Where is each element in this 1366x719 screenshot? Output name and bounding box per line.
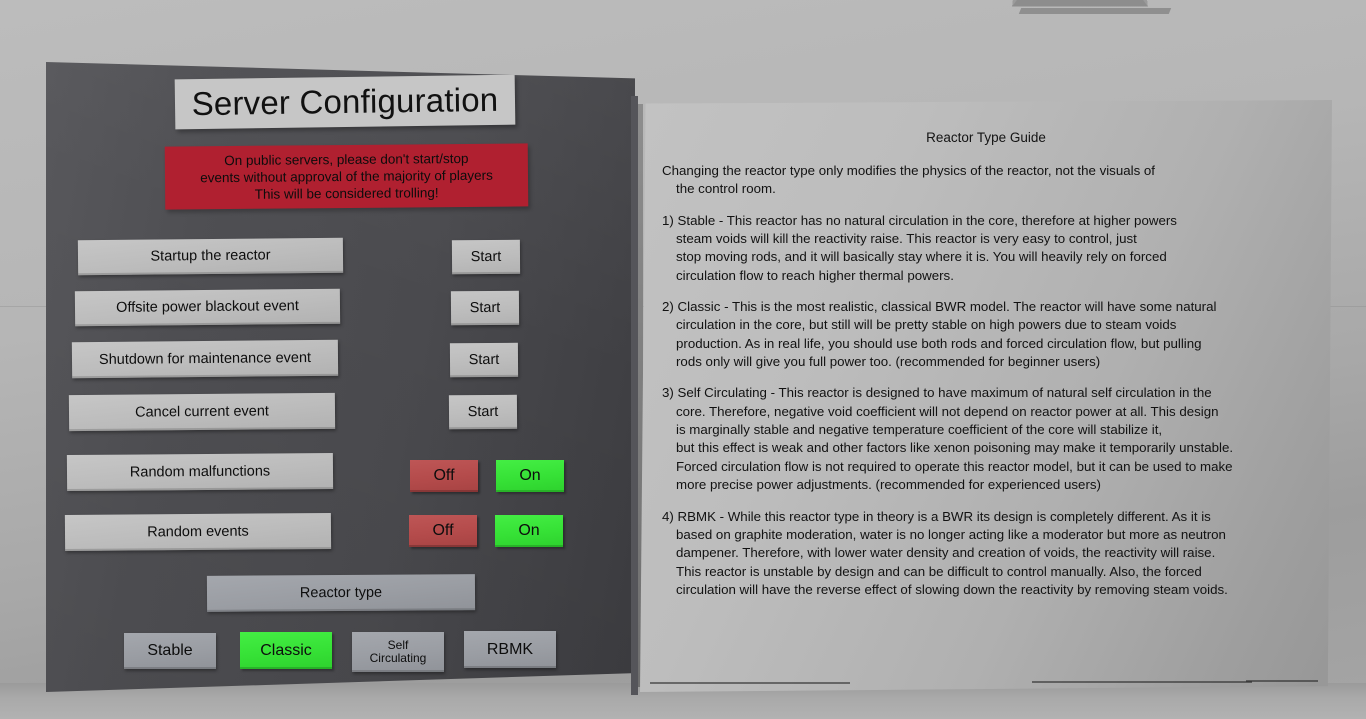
action-label-text: Shutdown for maintenance event bbox=[98, 349, 312, 368]
reactor-type-guide-panel: Reactor Type Guide Changing the reactor … bbox=[640, 100, 1332, 692]
reactor-type-classic[interactable]: Classic bbox=[240, 632, 332, 669]
guide-line: core. Therefore, negative void coefficie… bbox=[676, 403, 1219, 419]
guide-line: Forced circulation flow is not required … bbox=[676, 458, 1233, 474]
reactor-type-self-circulating[interactable]: Self Circulating bbox=[352, 632, 444, 672]
toggle-on-text: On bbox=[519, 467, 541, 485]
guide-line: but this effect is weak and other factor… bbox=[676, 440, 1234, 456]
start-button-cancel-current-event[interactable]: Start bbox=[448, 394, 518, 430]
guide-paragraph: 4) RBMK - While this reactor type in the… bbox=[662, 508, 1314, 600]
toggle-on-random-events[interactable]: On bbox=[495, 515, 563, 547]
page-title-text: Server Configuration bbox=[191, 80, 499, 123]
reactor-type-header-text: Reactor type bbox=[299, 584, 383, 602]
guide-line: the control room. bbox=[676, 181, 776, 197]
start-button-text: Start bbox=[468, 351, 500, 368]
action-label-text: Startup the reactor bbox=[150, 247, 271, 265]
guide-line: production. As in real life, you should … bbox=[676, 335, 1202, 351]
reactor-type-stable[interactable]: Stable bbox=[124, 633, 216, 669]
toggle-off-random-malfunctions[interactable]: Off bbox=[410, 460, 478, 492]
warning-line-3: This will be considered trolling! bbox=[254, 185, 439, 202]
toggle-off-text: Off bbox=[432, 522, 454, 540]
toggle-on-text: On bbox=[518, 522, 540, 540]
start-button-text: Start bbox=[470, 248, 502, 265]
game-scene: Server Configuration On public servers, … bbox=[0, 0, 1366, 719]
guide-panel-frame bbox=[631, 96, 638, 695]
reactor-type-label: Classic bbox=[260, 641, 312, 659]
guide-line: steam voids will kill the reactivity rai… bbox=[676, 231, 1137, 247]
guide-paragraph: 1) Stable - This reactor has no natural … bbox=[662, 212, 1314, 285]
reactor-type-label: RBMK bbox=[486, 640, 534, 658]
reactor-type-header: Reactor type bbox=[206, 574, 476, 612]
reactor-type-label: Stable bbox=[147, 642, 193, 660]
warning-line-2: events without approval of the majority … bbox=[200, 167, 493, 186]
guide-line: 2) Classic - This is the most realistic,… bbox=[662, 299, 1217, 315]
action-label-text: Offsite power blackout event bbox=[116, 298, 299, 317]
guide-line: dampener. Therefore, with lower water de… bbox=[676, 545, 1216, 561]
guide-line: stop moving rods, and it will basically … bbox=[676, 249, 1167, 265]
guide-line: Changing the reactor type only modifies … bbox=[662, 163, 1155, 178]
page-title: Server Configuration bbox=[174, 74, 516, 130]
toggle-on-random-malfunctions[interactable]: On bbox=[496, 460, 564, 492]
guide-line: based on graphite moderation, water is n… bbox=[676, 526, 1226, 542]
action-label-cancel-current-event[interactable]: Cancel current event bbox=[68, 392, 336, 432]
guide-paragraph: Changing the reactor type only modifies … bbox=[662, 162, 1314, 199]
guide-line: rods only will give you full power too. … bbox=[676, 354, 1101, 370]
start-button-shutdown-maintenance[interactable]: Start bbox=[449, 342, 519, 378]
toggle-label-random-malfunctions[interactable]: Random malfunctions bbox=[66, 452, 334, 492]
guide-body: Changing the reactor type only modifies … bbox=[662, 162, 1314, 612]
start-button-startup-reactor[interactable]: Start bbox=[451, 239, 521, 275]
guide-paragraph: 2) Classic - This is the most realistic,… bbox=[662, 298, 1314, 371]
start-button-text: Start bbox=[469, 299, 501, 316]
guide-line: more precise power adjustments. (recomme… bbox=[676, 477, 1101, 493]
action-label-offsite-power-blackout[interactable]: Offsite power blackout event bbox=[74, 288, 341, 327]
warning-banner: On public servers, please don't start/st… bbox=[164, 143, 529, 210]
toggle-off-random-events[interactable]: Off bbox=[409, 515, 477, 547]
guide-line: is marginally stable and negative temper… bbox=[676, 422, 1163, 438]
guide-line: 1) Stable - This reactor has no natural … bbox=[662, 212, 1177, 228]
toggle-label-text: Random events bbox=[147, 523, 249, 541]
start-button-text: Start bbox=[467, 403, 499, 420]
action-label-text: Cancel current event bbox=[135, 403, 269, 421]
guide-line: 4) RBMK - While this reactor type in the… bbox=[662, 508, 1211, 524]
guide-line: circulation in the core, but still will … bbox=[676, 317, 1177, 333]
panel-bottom-seams bbox=[650, 680, 1320, 684]
server-configuration-panel: Server Configuration On public servers, … bbox=[46, 62, 635, 692]
toggle-off-text: Off bbox=[433, 467, 455, 485]
reactor-type-rbmk[interactable]: RBMK bbox=[464, 631, 556, 668]
guide-line: circulation will have the reverse effect… bbox=[676, 581, 1228, 597]
reactor-type-label-line2: Circulating bbox=[369, 651, 427, 665]
ceiling-red-sign bbox=[1012, 0, 1148, 7]
start-button-offsite-power-blackout[interactable]: Start bbox=[450, 290, 520, 326]
action-label-startup-reactor[interactable]: Startup the reactor bbox=[77, 237, 344, 276]
warning-line-1: On public servers, please don't start/st… bbox=[224, 150, 469, 168]
ceiling-sign-shadow bbox=[1018, 8, 1172, 14]
action-label-shutdown-maintenance[interactable]: Shutdown for maintenance event bbox=[71, 339, 339, 379]
guide-line: This reactor is unstable by design and c… bbox=[676, 563, 1202, 579]
guide-title: Reactor Type Guide bbox=[926, 130, 1046, 145]
guide-line: 3) Self Circulating - This reactor is de… bbox=[662, 385, 1212, 401]
toggle-label-text: Random malfunctions bbox=[129, 463, 271, 481]
guide-paragraph: 3) Self Circulating - This reactor is de… bbox=[662, 384, 1314, 494]
guide-line: circulation flow to reach higher thermal… bbox=[676, 267, 954, 283]
toggle-label-random-events[interactable]: Random events bbox=[64, 512, 332, 552]
reactor-type-label-line1: Self bbox=[387, 637, 409, 652]
